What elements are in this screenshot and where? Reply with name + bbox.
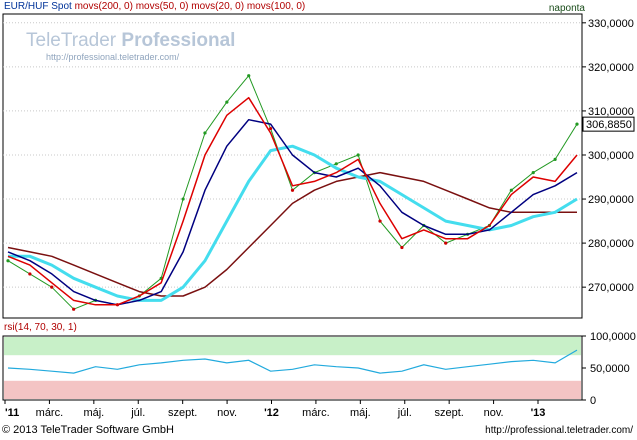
rsi-oversold-band [4, 380, 581, 399]
x-axis: '11 márc. máj. júl. szept. nov. '12 márc. máj. jú… [4, 400, 546, 419]
y-tick-label: 330,0000 [588, 18, 634, 30]
period-label: naponta [548, 3, 585, 14]
x-tick-label: júl. [397, 407, 412, 419]
last-value-label: 306,8850 [586, 119, 632, 131]
price-point [531, 171, 535, 175]
x-tick-label: '11 [5, 407, 19, 419]
price-point [356, 153, 360, 157]
footer-url-link[interactable]: http://professional.teletrader.com/ [485, 425, 633, 436]
price-point [203, 131, 207, 135]
price-point [290, 188, 295, 192]
price-point [378, 219, 382, 223]
price-point [400, 245, 404, 250]
x-tick-label: márc. [36, 407, 64, 419]
copyright-text: © 2013 TeleTrader Software GmbH [2, 424, 174, 436]
watermark-brand-bold: Professional [121, 30, 236, 51]
instrument-name: EUR/HUF Spot [4, 1, 72, 12]
indicator-legend: EUR/HUF Spot movs(200, 0) movs(50, 0) mo… [4, 1, 305, 12]
x-tick-label: '12 [264, 407, 279, 419]
price-point [28, 272, 32, 276]
price-point [334, 162, 338, 166]
x-tick-label: szept. [168, 407, 197, 419]
price-point [247, 74, 251, 78]
y-tick-label: 320,0000 [588, 62, 634, 74]
x-tick-label: máj. [83, 407, 104, 419]
y-tick-label: 300,0000 [588, 150, 634, 162]
price-point [6, 259, 10, 263]
y-tick-label: 280,0000 [588, 238, 634, 250]
price-point [575, 122, 579, 126]
x-tick-label: nov. [484, 407, 504, 419]
watermark-url: http://professional.teletrader.com/ [46, 52, 180, 62]
x-tick-label: júl. [130, 407, 145, 419]
price-point [225, 100, 229, 104]
watermark-brand: TeleTrader [26, 30, 117, 51]
price-point [72, 307, 76, 311]
rsi-y-tick-label: 50,0000 [590, 363, 630, 375]
rsi-indicator-label: rsi(14, 70, 30, 1) [4, 322, 77, 333]
rsi-y-tick-label: 100,0000 [590, 331, 636, 343]
indicator-list: movs(200, 0) movs(50, 0) movs(20, 0) mov… [74, 1, 306, 12]
price-point [50, 285, 54, 289]
price-point [181, 197, 185, 201]
rsi-y-tick-label: 0 [590, 395, 596, 407]
y-tick-label: 270,0000 [588, 282, 634, 294]
x-tick-label: márc. [302, 407, 330, 419]
price-point [553, 157, 557, 161]
x-tick-label: '13 [531, 407, 546, 419]
watermark-logo: TeleTrader Professional [26, 30, 235, 52]
y-tick-label: 290,0000 [588, 194, 634, 206]
price-point [509, 188, 513, 192]
x-tick-label: máj. [350, 407, 371, 419]
y-tick-label: 310,0000 [588, 106, 634, 118]
chart-canvas: 330,0000 320,0000 310,0000 300,0000 290,0000… [2, 13, 636, 419]
price-point [444, 241, 448, 245]
x-tick-label: nov. [217, 407, 237, 419]
rsi-overbought-band [4, 337, 581, 356]
price-point [269, 126, 273, 131]
x-tick-label: szept. [434, 407, 463, 419]
rsi-panel: 100,0000 50,0000 0 [2, 331, 636, 407]
